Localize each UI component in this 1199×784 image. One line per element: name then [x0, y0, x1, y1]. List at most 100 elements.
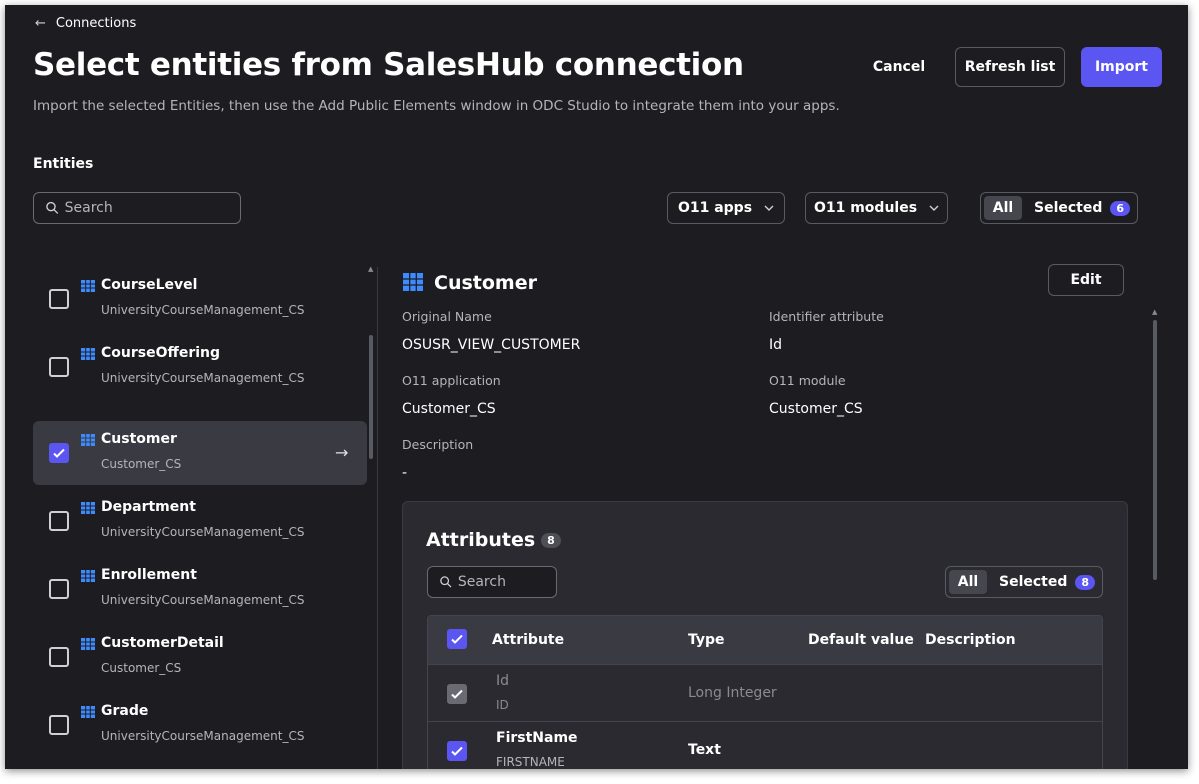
column-header-attribute: Attribute: [492, 632, 565, 648]
select-all-checkbox[interactable]: [447, 629, 467, 649]
attributes-count-badge: 8: [541, 532, 561, 548]
list-item[interactable]: Department UniversityCourseManagement_CS: [33, 489, 367, 553]
scroll-up-arrow[interactable]: ▲: [1152, 308, 1157, 316]
attribute-type: Long Integer: [688, 685, 777, 701]
entity-module: UniversityCourseManagement_CS: [101, 303, 305, 317]
identifier-attribute-label: Identifier attribute: [769, 309, 884, 324]
description-value: -: [402, 465, 408, 481]
entity-name: Enrollement: [101, 567, 197, 583]
panel-divider: [377, 267, 378, 769]
entity-module: Customer_CS: [101, 457, 182, 471]
selected-count-badge: 6: [1110, 200, 1131, 216]
cancel-button[interactable]: Cancel: [861, 47, 937, 87]
original-name-value: OSUSR_VIEW_CUSTOMER: [402, 337, 581, 353]
attribute-checkbox[interactable]: [447, 741, 467, 761]
entity-name: CourseOffering: [101, 345, 221, 361]
table-icon: [81, 638, 95, 650]
attribute-name: Id: [496, 673, 510, 689]
entity-checkbox[interactable]: [49, 715, 69, 735]
toggle-all[interactable]: All: [949, 570, 987, 594]
entity-checkbox[interactable]: [49, 443, 69, 463]
attribute-key: FIRSTNAME: [496, 755, 565, 769]
chevron-down-icon: [929, 205, 939, 211]
column-header-description: Description: [925, 632, 1016, 648]
table-icon: [81, 434, 95, 446]
check-icon: [451, 689, 463, 699]
column-header-default-value: Default value: [808, 632, 914, 648]
toggle-all[interactable]: All: [984, 196, 1022, 220]
attributes-title-text: Attributes: [426, 529, 536, 551]
import-entities-window: ← Connections Select entities from Sales…: [5, 5, 1188, 769]
identifier-attribute-value: Id: [769, 337, 783, 353]
table-header: Attribute Type Default value Description: [428, 616, 1102, 664]
entity-module: UniversityCourseManagement_CS: [101, 729, 305, 743]
table-row: Id ID Long Integer: [428, 664, 1102, 721]
entity-checkbox[interactable]: [49, 647, 69, 667]
back-link-label: Connections: [55, 15, 137, 31]
search-icon: [46, 201, 59, 214]
column-header-type: Type: [688, 632, 725, 648]
list-item[interactable]: CourseLevel UniversityCourseManagement_C…: [33, 267, 367, 331]
table-icon: [81, 706, 95, 718]
entity-search[interactable]: [33, 192, 241, 224]
toggle-selected-label: Selected: [1034, 200, 1103, 216]
entity-module: UniversityCourseManagement_CS: [101, 593, 305, 607]
entity-list-scrollbar[interactable]: [369, 335, 373, 459]
attributes-title: Attributes 8: [426, 529, 561, 551]
detail-scrollbar[interactable]: [1153, 320, 1157, 580]
edit-button[interactable]: Edit: [1048, 264, 1124, 296]
search-icon: [440, 576, 452, 588]
entity-detail-title: Customer: [434, 272, 537, 294]
o11-module-label: O11 module: [769, 373, 846, 388]
entity-checkbox[interactable]: [49, 511, 69, 531]
list-item[interactable]: Grade UniversityCourseManagement_CS: [33, 693, 367, 757]
attributes-table: Attribute Type Default value Description…: [427, 615, 1103, 769]
entities-section-label: Entities: [33, 156, 94, 172]
toggle-selected[interactable]: Selected 6: [1022, 196, 1131, 220]
entity-module: UniversityCourseManagement_CS: [101, 525, 305, 539]
entity-name: CourseLevel: [101, 277, 198, 293]
o11-application-label: O11 application: [402, 373, 501, 388]
attribute-name: FirstName: [496, 730, 578, 746]
chevron-down-icon: [764, 205, 774, 211]
o11-modules-filter-label: O11 modules: [813, 200, 918, 216]
entity-name: Customer: [101, 431, 177, 447]
scroll-up-arrow[interactable]: ▲: [368, 265, 373, 273]
import-button[interactable]: Import: [1081, 47, 1162, 87]
entity-search-input[interactable]: [64, 200, 240, 216]
entity-checkbox[interactable]: [49, 357, 69, 377]
refresh-list-button[interactable]: Refresh list: [955, 47, 1065, 87]
table-icon: [81, 570, 95, 582]
description-label: Description: [402, 437, 474, 452]
o11-module-value: Customer_CS: [769, 401, 863, 417]
o11-apps-filter[interactable]: O11 apps: [667, 192, 785, 224]
attribute-search-input[interactable]: [457, 574, 556, 590]
list-item[interactable]: CustomerDetail Customer_CS: [33, 625, 367, 689]
attribute-key: ID: [496, 698, 509, 712]
attribute-search[interactable]: [427, 566, 557, 598]
check-icon: [53, 448, 65, 458]
page-title: Select entities from SalesHub connection: [33, 47, 744, 83]
list-item[interactable]: Customer Customer_CS →: [33, 421, 367, 485]
toggle-selected[interactable]: Selected 8: [987, 570, 1096, 594]
o11-modules-filter[interactable]: O11 modules: [805, 192, 948, 224]
entity-checkbox[interactable]: [49, 289, 69, 309]
o11-apps-filter-label: O11 apps: [677, 200, 753, 216]
list-item[interactable]: CourseOffering UniversityCourseManagemen…: [33, 335, 367, 399]
toggle-selected-label: Selected: [999, 574, 1068, 590]
attribute-checkbox: [447, 684, 467, 704]
table-icon: [403, 273, 423, 291]
o11-application-value: Customer_CS: [402, 401, 496, 417]
check-icon: [451, 746, 463, 756]
arrow-right-icon: →: [335, 443, 349, 462]
entity-name: CustomerDetail: [101, 635, 224, 651]
table-icon: [81, 502, 95, 514]
page-subtitle: Import the selected Entities, then use t…: [33, 98, 840, 114]
list-item[interactable]: Enrollement UniversityCourseManagement_C…: [33, 557, 367, 621]
entity-checkbox[interactable]: [49, 579, 69, 599]
entity-name: Grade: [101, 703, 149, 719]
selected-count-badge: 8: [1075, 574, 1096, 590]
arrow-left-icon: ←: [35, 15, 46, 31]
original-name-label: Original Name: [402, 309, 492, 324]
back-link[interactable]: ← Connections: [35, 15, 136, 31]
